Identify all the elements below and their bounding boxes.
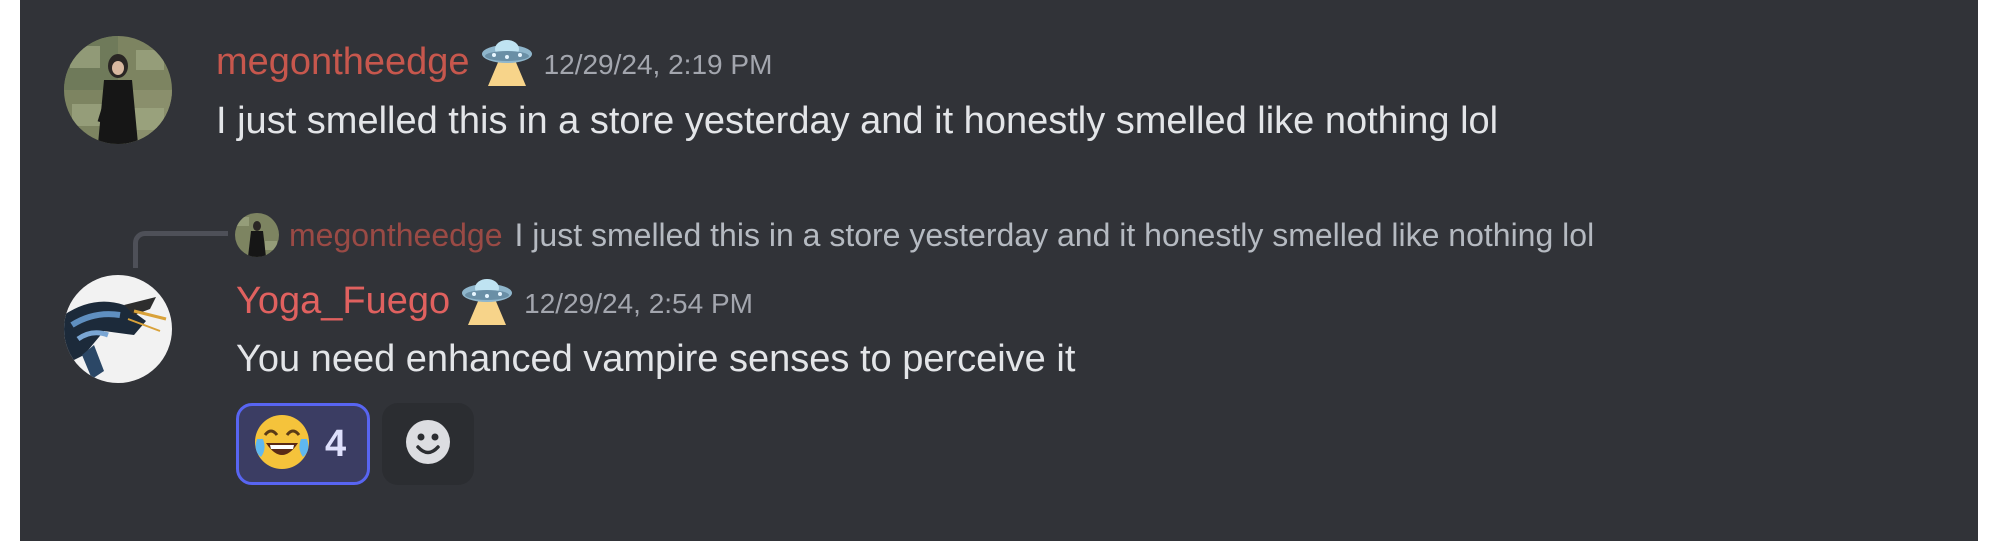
username[interactable]: Yoga_Fuego: [236, 280, 450, 323]
reply-avatar: [235, 213, 279, 257]
reactions-bar: 4: [236, 403, 474, 485]
ufo-icon: [460, 275, 514, 327]
reply-connector: [133, 231, 228, 268]
timestamp: 12/29/24, 2:19 PM: [543, 49, 773, 80]
message-text: You need enhanced vampire senses to perc…: [236, 338, 1076, 380]
message-header: Yoga_Fuego 12/29/24, 2:54 PM: [236, 275, 753, 327]
joy-emoji-icon: [253, 413, 311, 476]
avatar-megontheedge[interactable]: [64, 36, 172, 144]
message-header: megontheedge 12/29/24, 2:19 PM: [216, 36, 772, 88]
username[interactable]: megontheedge: [216, 41, 470, 84]
smiley-icon: [404, 418, 452, 471]
reply-username[interactable]: megontheedge: [289, 217, 503, 254]
reaction-count: 4: [325, 422, 347, 465]
add-reaction-button[interactable]: [382, 403, 474, 485]
reply-text[interactable]: I just smelled this in a store yesterday…: [515, 217, 1595, 254]
timestamp: 12/29/24, 2:54 PM: [524, 288, 753, 319]
reaction-joy[interactable]: 4: [236, 403, 370, 485]
ufo-icon: [480, 36, 534, 88]
message-text: I just smelled this in a store yesterday…: [216, 100, 1499, 142]
reply-preview[interactable]: megontheedge I just smelled this in a st…: [235, 213, 1594, 257]
avatar-yoga-fuego[interactable]: [64, 275, 172, 383]
chat-message-list: megontheedge 12/29/24, 2:19 PM I just sm…: [20, 0, 1978, 541]
